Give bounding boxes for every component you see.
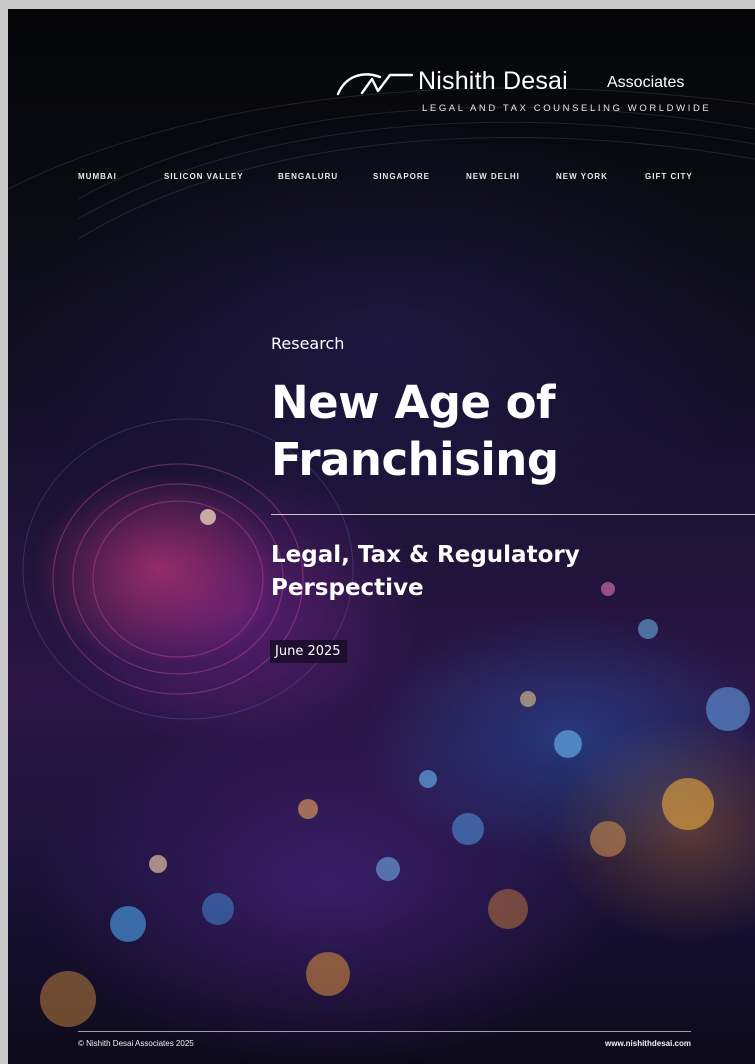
city-new-york: NEW YORK: [556, 172, 608, 181]
city-silicon-valley: SILICON VALLEY: [164, 172, 244, 181]
document-category: Research: [271, 334, 345, 353]
document-cover: Nishith Desai Associates LEGAL AND TAX C…: [8, 9, 755, 1064]
title-line-1: New Age of: [271, 376, 556, 429]
abstract-light-background: [8, 87, 755, 1027]
city-new-delhi: NEW DELHI: [466, 172, 520, 181]
subtitle-line-1: Legal, Tax & Regulatory: [271, 542, 580, 568]
title-line-2: Franchising: [271, 433, 559, 486]
document-subtitle: Legal, Tax & Regulatory Perspective: [271, 539, 711, 605]
city-singapore: SINGAPORE: [373, 172, 431, 181]
footer-divider: [78, 1031, 691, 1032]
city-mumbai: MUMBAI: [78, 172, 117, 181]
logo-mark-icon: [336, 73, 414, 96]
office-locations: MUMBAI SILICON VALLEY BENGALURU SINGAPOR…: [78, 172, 698, 184]
subtitle-line-2: Perspective: [271, 575, 424, 601]
city-bengaluru: BENGALURU: [278, 172, 339, 181]
title-divider: [271, 514, 755, 515]
copyright-notice: © Nishith Desai Associates 2025: [78, 1039, 194, 1048]
document-title: New Age of Franchising: [271, 374, 741, 488]
firm-name: Nishith Desai: [418, 67, 568, 95]
publication-date: June 2025: [270, 640, 347, 663]
firm-logo: Nishith Desai Associates LEGAL AND TAX C…: [336, 67, 709, 117]
firm-name-suffix: Associates: [607, 74, 685, 91]
website-link[interactable]: www.nishithdesai.com: [605, 1039, 691, 1048]
city-gift-city: GIFT CITY: [645, 172, 693, 181]
firm-tagline: LEGAL AND TAX COUNSELING WORLDWIDE: [422, 103, 712, 114]
